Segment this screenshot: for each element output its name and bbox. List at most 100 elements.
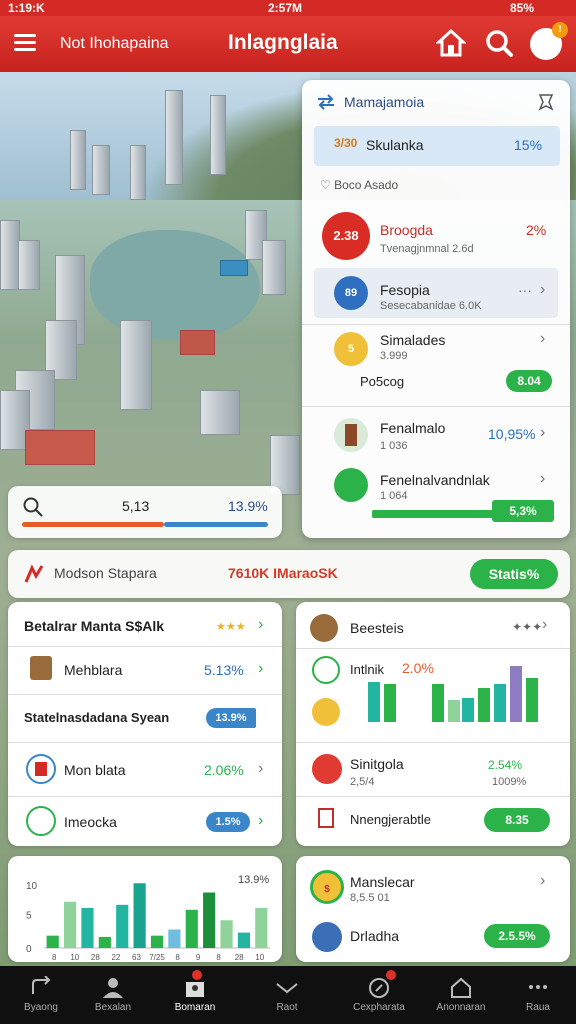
profile-avatar-button[interactable]: ! — [530, 22, 568, 60]
nav-item[interactable]: Bexalan — [72, 966, 154, 1024]
favorites-row[interactable]: ♡ Boco Asado — [320, 178, 398, 192]
user-icon — [103, 978, 123, 998]
header-subtitle: Not Ihohapaina — [60, 35, 169, 52]
compass-icon — [369, 978, 389, 998]
highlight-value: 15% — [514, 137, 543, 153]
swap-icon[interactable] — [316, 94, 336, 110]
chart-bar[interactable] — [168, 929, 181, 949]
chevron-right-icon[interactable]: › — [542, 616, 547, 634]
list-item[interactable]: Fenalmalo 1 036 10,95% › — [302, 414, 570, 464]
divider — [8, 742, 282, 743]
bar-chart: 10 5 0 8 10 28 22 63 7/25 8 9 8 28 10 13.9% — [26, 874, 270, 962]
nav-label: Byaong — [24, 1002, 58, 1013]
y-tick-label: 5 — [26, 911, 32, 922]
nav-label: Bomaran — [174, 1002, 216, 1013]
chart-bar[interactable] — [150, 935, 164, 948]
panel-header: Mamajamoia — [316, 92, 556, 114]
item-value: ··· — [518, 282, 532, 298]
globe-icon — [310, 614, 338, 642]
more-icon[interactable]: ✦✦✦ — [512, 620, 542, 634]
building — [210, 95, 226, 175]
home-icon[interactable] — [436, 28, 466, 58]
list-item[interactable]: 89 Fesopia Sesecabanidae 6.0K ··· › — [302, 268, 570, 318]
stats-card: Betalrar Manta S$Alk ★★★ › Mehblara 5.13… — [8, 602, 282, 846]
nav-item[interactable]: Raua — [500, 966, 576, 1024]
list-item[interactable]: 2.38 Broogda Tvenagjnmnal 2.6d 2% — [302, 206, 570, 266]
battery-level: 85% — [510, 1, 535, 15]
row-name: Mon blata — [64, 762, 126, 778]
row-value: 1.5% — [206, 812, 250, 832]
nav-item[interactable]: Raot — [246, 966, 328, 1024]
nav-item[interactable]: Cexpharata — [338, 966, 420, 1024]
flag-icon — [24, 564, 44, 583]
chevron-right-icon: › — [540, 281, 546, 298]
row-name: Drladha — [350, 928, 400, 944]
panel-title: Mamajamoia — [344, 94, 425, 110]
chevron-right-icon: › — [258, 760, 264, 777]
chevron-right-icon[interactable]: › — [258, 616, 263, 634]
chart-bar[interactable] — [220, 920, 233, 948]
chart-bar[interactable] — [81, 907, 94, 948]
status-time: 1:19:K — [8, 1, 45, 15]
list-item[interactable]: Statelnasdadana Syean 13.9% — [8, 698, 282, 742]
divider — [296, 742, 570, 743]
chart-bar[interactable] — [237, 932, 251, 948]
chart-bar[interactable] — [98, 936, 111, 948]
pin-icon[interactable] — [536, 92, 556, 112]
chart-bar[interactable] — [46, 935, 59, 948]
list-item[interactable]: 5 Simalades 3.999 › Po5cog 8.04 — [302, 328, 570, 406]
row-value: 13.9% — [206, 708, 256, 728]
list-item[interactable]: Imeocka 1.5% › — [8, 800, 282, 844]
item-badge: 89 — [334, 276, 368, 310]
x-tick-label: 9 — [196, 953, 201, 962]
strip-label: Modson Stapara — [54, 565, 157, 581]
search-icon[interactable] — [484, 28, 514, 58]
menu-icon[interactable] — [14, 34, 36, 52]
row-name: Mehblara — [64, 662, 123, 678]
chart-bar[interactable] — [63, 901, 77, 948]
star-rating: ★★★ — [216, 621, 246, 633]
building — [120, 320, 152, 410]
item-meta: 1 036 — [380, 440, 408, 452]
search-bar[interactable]: 5,13 13.9% — [8, 486, 282, 538]
item-meta: 3.999 — [380, 350, 408, 362]
divider — [8, 694, 282, 695]
divider — [296, 796, 570, 797]
list-item[interactable]: Fenelnalvandnlak 1 064 › 5,3% — [302, 466, 570, 536]
highlight-row[interactable]: 3/30 Skulanka 15% — [314, 126, 560, 166]
item-icon — [334, 468, 368, 502]
row-pill[interactable]: 2.5.5% — [484, 924, 550, 948]
list-item[interactable]: Mehblara 5.13% › — [8, 648, 282, 694]
row-value: 2.54% — [488, 758, 523, 772]
nav-item-active[interactable]: Bomaran — [154, 966, 236, 1024]
item-name: Simalades — [380, 332, 446, 348]
building — [200, 390, 240, 435]
nav-item[interactable]: Anonnaran — [420, 966, 502, 1024]
item-pill[interactable]: 8.04 — [506, 370, 552, 392]
mini-bar — [478, 688, 490, 722]
clock-icon — [312, 656, 340, 684]
card-title: Beesteis — [350, 620, 404, 636]
item-meta: Sesecabanidae 6.0K — [380, 300, 482, 312]
mini-bar — [432, 684, 444, 722]
chart-bar[interactable] — [116, 904, 129, 948]
chart-bar[interactable] — [185, 909, 198, 948]
building — [130, 145, 146, 200]
peak-label: 13.9% — [238, 874, 269, 886]
x-tick-label: 63 — [132, 953, 141, 962]
item-badge: 5 — [334, 332, 368, 366]
mini-bar — [448, 700, 460, 722]
row-pill[interactable]: 8.35 — [484, 808, 550, 832]
lake-area — [90, 230, 260, 340]
row-meta: 8,5.5 01 — [350, 892, 390, 904]
statistics-button[interactable]: Statis% — [470, 559, 558, 589]
chart-bar[interactable] — [133, 883, 146, 948]
nav-item[interactable]: Byaong — [0, 966, 82, 1024]
jar-icon — [30, 656, 52, 680]
divider — [296, 648, 570, 649]
list-item[interactable]: Mon blata 2.06% › — [8, 748, 282, 792]
row-name: Nnengjerabtle — [350, 812, 431, 827]
chart-bar[interactable] — [255, 907, 268, 948]
chart-bar[interactable] — [203, 892, 216, 949]
chevron-right-icon[interactable]: › — [540, 872, 545, 890]
